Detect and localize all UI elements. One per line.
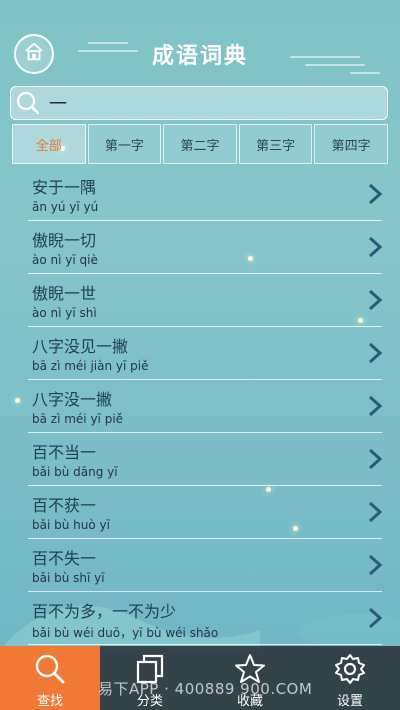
chevron-right-icon <box>368 607 383 629</box>
idiom-text: 八字没见一撇 <box>32 337 129 356</box>
search-input[interactable]: 一 <box>10 86 388 120</box>
chevron-right-icon <box>368 448 383 470</box>
chevron-right-icon <box>368 183 383 205</box>
idiom-text: 百不为多，一不为少 <box>32 602 177 621</box>
list-item[interactable]: 百不获一 bǎi bù huò yī <box>28 488 386 541</box>
idiom-text: 安于一隅 <box>32 178 97 197</box>
idiom-text: 八字没一撇 <box>32 390 113 409</box>
list-item[interactable]: 八字没见一撇 bā zì méi jiàn yī piě <box>28 329 386 382</box>
list-item[interactable]: 安于一隅 ān yú yī yú <box>28 170 386 223</box>
tab-fourth-char[interactable]: 第四字 <box>314 124 388 164</box>
list-item[interactable]: 八字没一撇 bā zì méi yī piě <box>28 382 386 435</box>
idiom-pinyin: bǎi bù shī yī <box>32 571 105 585</box>
chevron-right-icon <box>368 342 383 364</box>
search-icon <box>11 86 45 120</box>
tab-third-char[interactable]: 第三字 <box>238 124 313 164</box>
chevron-right-icon <box>368 236 383 258</box>
idiom-text: 百不失一 <box>32 549 97 568</box>
idiom-text: 百不获一 <box>32 496 97 515</box>
idiom-pinyin: ān yú yī yú <box>32 200 99 214</box>
list-item[interactable]: 百不为多，一不为少 bǎi bù wéi duō，yī bù wéi shǎo <box>28 594 386 647</box>
tab-second-char[interactable]: 第二字 <box>163 124 237 164</box>
search-icon <box>33 652 67 686</box>
idiom-pinyin: ào nì yī shì <box>32 306 97 320</box>
idiom-text: 百不当一 <box>32 443 97 462</box>
chevron-right-icon <box>368 554 383 576</box>
list-item[interactable]: 百不当一 bǎi bù dāng yī <box>28 435 386 488</box>
chevron-right-icon <box>368 395 383 417</box>
idiom-pinyin: bā zì méi yī piě <box>32 412 124 426</box>
idiom-list: 安于一隅 ān yú yī yú 傲睨一切 ào nì yī qiè 傲睨一世 … <box>0 170 400 647</box>
nav-label: 设置 <box>336 694 363 709</box>
list-item[interactable]: 傲睨一世 ào nì yī shì <box>28 276 386 329</box>
nav-search[interactable]: 查找 <box>0 646 100 710</box>
chevron-right-icon <box>368 289 383 311</box>
gear-icon <box>333 652 367 686</box>
list-item[interactable]: 傲睨一切 ào nì yī qiè <box>28 223 386 276</box>
idiom-pinyin: ào nì yī qiè <box>32 253 98 267</box>
search-value[interactable]: 一 <box>49 90 67 116</box>
nav-settings[interactable]: 设置 <box>300 646 400 710</box>
idiom-pinyin: bǎi bù huò yī <box>32 518 110 532</box>
idiom-pinyin: bǎi bù dāng yī <box>32 465 118 479</box>
page-title: 成语词典 <box>151 44 248 69</box>
idiom-pinyin: bā zì méi jiàn yī piě <box>32 359 149 373</box>
app-header: 成语词典 <box>0 0 400 80</box>
tab-first-char[interactable]: 第一字 <box>87 124 162 164</box>
idiom-pinyin: bǎi bù wéi duō，yī bù wéi shǎo <box>32 626 219 640</box>
chevron-right-icon <box>368 501 383 523</box>
list-item[interactable]: 百不失一 bǎi bù shī yī <box>28 541 386 594</box>
filter-tabs: 全部 第一字 第二字 第三字 第四字 <box>12 124 388 164</box>
idiom-text: 傲睨一切 <box>32 231 97 250</box>
idiom-text: 傲睨一世 <box>32 284 97 303</box>
watermark-text: 易下APP · 400889 900.COM <box>98 680 313 698</box>
nav-label: 查找 <box>36 694 63 709</box>
tab-all[interactable]: 全部 <box>12 124 86 164</box>
